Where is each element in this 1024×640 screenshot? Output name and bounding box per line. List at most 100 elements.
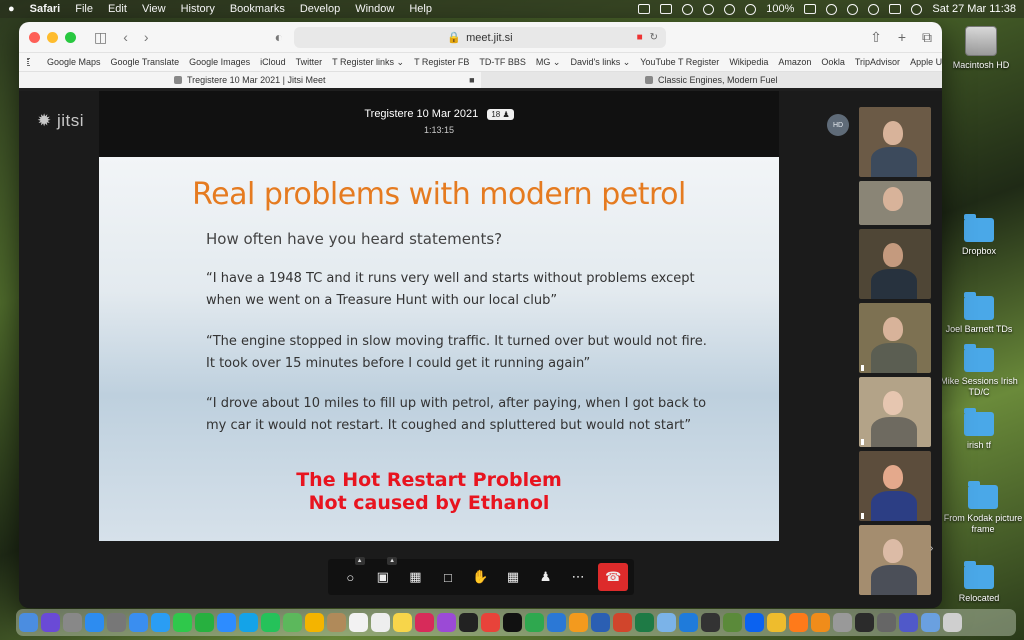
camera-in-use-icon[interactable]: ■ [637, 32, 643, 43]
keynote-icon[interactable] [547, 613, 566, 632]
hangup-button[interactable]: ☎ [598, 563, 628, 591]
bookmark-item[interactable]: Twitter [296, 57, 323, 67]
chat-button[interactable]: □ [432, 563, 465, 591]
dropbox-icon[interactable] [660, 4, 673, 14]
facetime-icon[interactable] [195, 613, 214, 632]
safari-icon[interactable] [151, 613, 170, 632]
downloads-icon[interactable] [921, 613, 940, 632]
tv-icon[interactable] [459, 613, 478, 632]
bookmark-item[interactable]: MG ⌄ [536, 57, 561, 68]
participant-tile[interactable] [859, 107, 931, 177]
bookmark-item[interactable]: Google Maps [47, 57, 101, 67]
menu-window[interactable]: Window [355, 3, 394, 15]
control-center-icon[interactable] [889, 4, 902, 14]
menu-develop[interactable]: Develop [300, 3, 340, 15]
menu-view[interactable]: View [142, 3, 166, 15]
utility-icon[interactable] [833, 613, 852, 632]
raise-hand-button[interactable]: ✋ [464, 563, 497, 591]
tile-view-button[interactable]: ▦ [497, 563, 530, 591]
participant-tile[interactable] [859, 303, 931, 373]
cloud-icon[interactable] [703, 3, 715, 15]
news-icon[interactable] [481, 613, 500, 632]
mail-icon[interactable] [129, 613, 148, 632]
chrome-icon[interactable] [767, 613, 786, 632]
tab-jitsi[interactable]: Tregistere 10 Mar 2021 | Jitsi Meet ■ [19, 72, 481, 88]
bookmark-item[interactable]: T Register FB [414, 57, 469, 67]
bookmark-item[interactable]: Wikipedia [729, 57, 768, 67]
back-icon[interactable]: ‹ [123, 29, 128, 45]
date-time[interactable]: Sat 27 Mar 11:38 [932, 3, 1016, 15]
trash-icon[interactable] [943, 613, 962, 632]
siri-icon[interactable] [911, 3, 923, 15]
desktop-icon-joel-barnett[interactable]: Joel Barnett TDs [936, 292, 1022, 335]
calendar-icon[interactable] [349, 613, 368, 632]
bookmark-item[interactable]: Google Translate [111, 57, 180, 67]
more-actions-button[interactable]: ⋯ [562, 563, 595, 591]
search-icon[interactable] [868, 3, 880, 15]
messages-icon[interactable] [173, 613, 192, 632]
reminders-icon[interactable] [371, 613, 390, 632]
bookmark-item[interactable]: Amazon [778, 57, 811, 67]
participant-tile[interactable] [859, 451, 931, 521]
forward-icon[interactable]: › [144, 29, 149, 45]
minecraft-icon[interactable] [723, 613, 742, 632]
notes-icon[interactable] [393, 613, 412, 632]
mic-options-icon[interactable]: ▲ [354, 557, 365, 565]
desktop-icon-macintosh-hd[interactable]: Macintosh HD [938, 26, 1024, 71]
clock-icon[interactable] [724, 3, 736, 15]
menu-file[interactable]: File [75, 3, 93, 15]
menu-edit[interactable]: Edit [108, 3, 127, 15]
bookmark-item[interactable]: TripAdvisor [855, 57, 900, 67]
desktop-icon-kodak[interactable]: From Kodak picture frame [940, 481, 1024, 535]
wifi-icon[interactable] [826, 3, 838, 15]
whatsapp-icon[interactable] [261, 613, 280, 632]
finder-icon[interactable] [19, 613, 38, 632]
camera-status-icon[interactable] [638, 4, 651, 14]
user-icon[interactable] [847, 3, 859, 15]
desktop-icon-relocated[interactable]: Relocated [936, 561, 1022, 604]
zoom-window-button[interactable] [65, 31, 76, 43]
filmstrip-scroll-icon[interactable]: › [930, 543, 933, 554]
participant-tile[interactable] [859, 229, 931, 299]
pages-icon[interactable] [569, 613, 588, 632]
bookmark-item[interactable]: iCloud [260, 57, 286, 67]
menu-help[interactable]: Help [409, 3, 432, 15]
bookmark-item[interactable]: YouTube T Register [640, 57, 719, 67]
vlc-icon[interactable] [811, 613, 830, 632]
launchpad-icon[interactable] [63, 613, 82, 632]
bookmark-item[interactable]: T Register links ⌄ [332, 57, 404, 68]
battery-icon[interactable] [804, 4, 817, 14]
preview-icon[interactable] [657, 613, 676, 632]
teams-icon[interactable] [899, 613, 918, 632]
bookmark-item[interactable]: Ookla [821, 57, 845, 67]
terminal-icon[interactable] [701, 613, 720, 632]
reload-icon[interactable]: ↻ [650, 32, 658, 43]
dropbox-app-icon[interactable] [745, 613, 764, 632]
excel-icon[interactable] [635, 613, 654, 632]
share-icon[interactable]: ⇧ [870, 29, 882, 46]
bookmark-item[interactable]: Google Images [189, 57, 250, 67]
screenshot-icon[interactable] [877, 613, 896, 632]
music-icon[interactable] [415, 613, 434, 632]
tab-classic-engines[interactable]: Classic Engines, Modern Fuel [481, 72, 943, 88]
sidebar-toggle-icon[interactable]: ◫ [94, 29, 107, 46]
share-screen-button[interactable]: ▦ [399, 563, 432, 591]
podcasts-icon[interactable] [437, 613, 456, 632]
system-preferences-icon[interactable] [107, 613, 126, 632]
avatar[interactable]: HD [827, 114, 849, 136]
participant-count-badge[interactable]: 18 ♟ [487, 109, 514, 120]
numbers-icon[interactable] [525, 613, 544, 632]
tab-overview-icon[interactable]: ⧉ [922, 29, 932, 46]
participant-tile[interactable] [859, 377, 931, 447]
desktop-icon-dropbox[interactable]: Dropbox [936, 214, 1022, 257]
maps-icon[interactable] [283, 613, 302, 632]
mute-mic-button[interactable]: ○ ▲ [334, 557, 367, 591]
grid-icon[interactable] [27, 58, 29, 66]
xcode-icon[interactable] [679, 613, 698, 632]
siri-icon[interactable] [41, 613, 60, 632]
zoom-icon[interactable] [217, 613, 236, 632]
apple-menu-icon[interactable]: ● [8, 3, 15, 15]
camera-options-icon[interactable]: ▲ [387, 557, 398, 565]
menu-history[interactable]: History [181, 3, 215, 15]
close-window-button[interactable] [29, 31, 40, 43]
